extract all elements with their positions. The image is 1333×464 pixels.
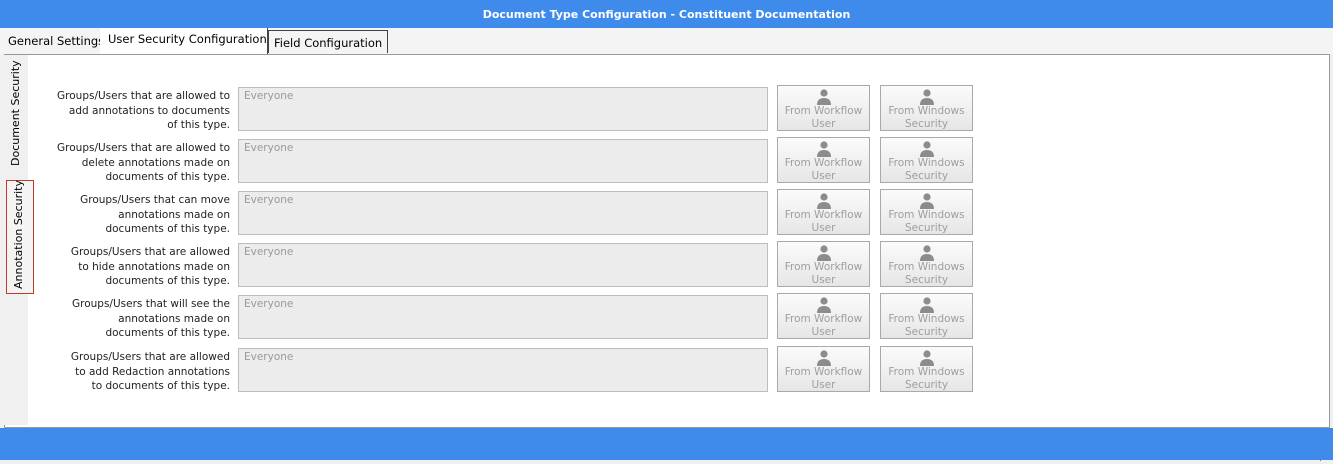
window-title: Document Type Configuration - Constituen… — [482, 7, 851, 21]
button-label-line: User — [811, 170, 836, 182]
tab-strip: General Settings User Security Configura… — [0, 28, 1333, 54]
user-icon — [881, 140, 972, 157]
button-label-line: Security — [904, 118, 949, 130]
permission-groups-field[interactable]: Everyone — [238, 139, 768, 183]
permission-label-line: documents of this type. — [105, 223, 230, 235]
user-icon — [778, 244, 869, 261]
from-workflow-user-button[interactable]: From Workflow User — [777, 293, 870, 339]
button-label-line: From Workflow — [784, 209, 863, 221]
button-label-line: From Workflow — [784, 157, 863, 169]
permission-groups-field[interactable]: Everyone — [238, 243, 768, 287]
user-icon — [881, 192, 972, 209]
from-workflow-user-button[interactable]: From Workflow User — [777, 346, 870, 392]
status-bar — [0, 428, 1333, 460]
tab-field-configuration[interactable]: Field Configuration — [268, 30, 389, 53]
permission-label-line: Groups/Users that can move — [80, 194, 230, 206]
permission-label: Groups/Users that are allowed to add Reda… — [30, 350, 230, 394]
from-workflow-user-button[interactable]: From Workflow User — [777, 137, 870, 183]
button-label-line: User — [811, 326, 836, 338]
tab-user-security-configuration[interactable]: User Security Configuration — [100, 28, 268, 54]
from-windows-security-button[interactable]: From Windows Security — [880, 346, 973, 392]
button-label-line: Security — [904, 170, 949, 182]
permission-label-line: Groups/Users that will see the — [71, 298, 230, 310]
button-label-line: Security — [904, 274, 949, 286]
from-workflow-user-button[interactable]: From Workflow User — [777, 241, 870, 287]
button-label-line: From Workflow — [784, 313, 863, 325]
permission-row: Groups/Users that will see the annotation… — [30, 293, 990, 345]
button-label-line: From Windows — [888, 209, 965, 221]
user-icon — [881, 88, 972, 105]
permission-row: Groups/Users that are allowed to add anno… — [30, 85, 990, 137]
permission-label: Groups/Users that are allowed to delete a… — [30, 141, 230, 185]
tab-general-settings[interactable]: General Settings — [8, 28, 104, 52]
button-label-line: User — [811, 274, 836, 286]
user-icon — [778, 192, 869, 209]
button-label-line: From Workflow — [784, 366, 863, 378]
permission-label-line: to hide annotations made on — [78, 260, 230, 273]
button-label-line: Security — [904, 379, 949, 391]
side-tab-document-security-label: Document Security — [9, 60, 22, 166]
button-label-line: Security — [904, 222, 949, 234]
button-label-line: From Windows — [888, 313, 965, 325]
permission-label-line: to add Redaction annotations — [75, 365, 230, 378]
permission-label-line: documents of this type. — [105, 275, 230, 287]
user-icon — [778, 296, 869, 313]
permission-label-line: add annotations to documents — [68, 104, 230, 117]
permission-groups-field[interactable]: Everyone — [238, 191, 768, 235]
permission-label-line: of this type. — [167, 119, 230, 131]
permission-label-line: Groups/Users that are allowed to — [57, 142, 230, 154]
side-tab-document-security[interactable]: Document Security — [4, 60, 26, 168]
user-icon — [881, 244, 972, 261]
side-tab-annotation-security-label: Annotation Security — [12, 180, 25, 289]
permission-row: Groups/Users that can move annotations ma… — [30, 189, 990, 241]
permission-label: Groups/Users that are allowed to hide ann… — [30, 245, 230, 289]
permission-label-line: documents of this type. — [105, 327, 230, 339]
button-label-line: From Workflow — [784, 105, 863, 117]
from-workflow-user-button[interactable]: From Workflow User — [777, 189, 870, 235]
user-icon — [778, 88, 869, 105]
permission-label: Groups/Users that will see the annotation… — [30, 297, 230, 341]
permission-label-line: to documents of this type. — [91, 380, 230, 392]
permission-label-line: Groups/Users that are allowed — [70, 246, 230, 258]
resize-grip-icon[interactable]: ⋰ — [1319, 453, 1331, 463]
permission-label-line: documents of this type. — [105, 171, 230, 183]
permission-label-line: annotations made on — [118, 208, 230, 221]
permission-row: Groups/Users that are allowed to delete a… — [30, 137, 990, 189]
button-label-line: User — [811, 118, 836, 130]
window-title-bar: Document Type Configuration - Constituen… — [0, 0, 1333, 28]
from-windows-security-button[interactable]: From Windows Security — [880, 293, 973, 339]
permission-row: Groups/Users that are allowed to add Reda… — [30, 346, 990, 398]
permission-groups-field[interactable]: Everyone — [238, 87, 768, 131]
permission-label-line: Groups/Users that are allowed to — [57, 90, 230, 102]
permission-groups-field[interactable]: Everyone — [238, 295, 768, 339]
button-label-line: From Windows — [888, 157, 965, 169]
permission-label-line: Groups/Users that are allowed — [70, 351, 230, 363]
from-windows-security-button[interactable]: From Windows Security — [880, 189, 973, 235]
button-label-line: From Workflow — [784, 261, 863, 273]
from-windows-security-button[interactable]: From Windows Security — [880, 85, 973, 131]
button-label-line: User — [811, 222, 836, 234]
user-icon — [881, 296, 972, 313]
button-label-line: From Windows — [888, 105, 965, 117]
button-label-line: User — [811, 379, 836, 391]
button-label-line: From Windows — [888, 366, 965, 378]
permission-label: Groups/Users that are allowed to add anno… — [30, 89, 230, 133]
user-icon — [881, 349, 972, 366]
permission-label: Groups/Users that can move annotations ma… — [30, 193, 230, 237]
button-label-line: From Windows — [888, 261, 965, 273]
from-windows-security-button[interactable]: From Windows Security — [880, 241, 973, 287]
user-icon — [778, 140, 869, 157]
permission-row: Groups/Users that are allowed to hide ann… — [30, 241, 990, 293]
permission-groups-field[interactable]: Everyone — [238, 348, 768, 392]
from-workflow-user-button[interactable]: From Workflow User — [777, 85, 870, 131]
button-label-line: Security — [904, 326, 949, 338]
permission-label-line: annotations made on — [118, 312, 230, 325]
permission-label-line: delete annotations made on — [81, 156, 230, 169]
user-icon — [778, 349, 869, 366]
from-windows-security-button[interactable]: From Windows Security — [880, 137, 973, 183]
